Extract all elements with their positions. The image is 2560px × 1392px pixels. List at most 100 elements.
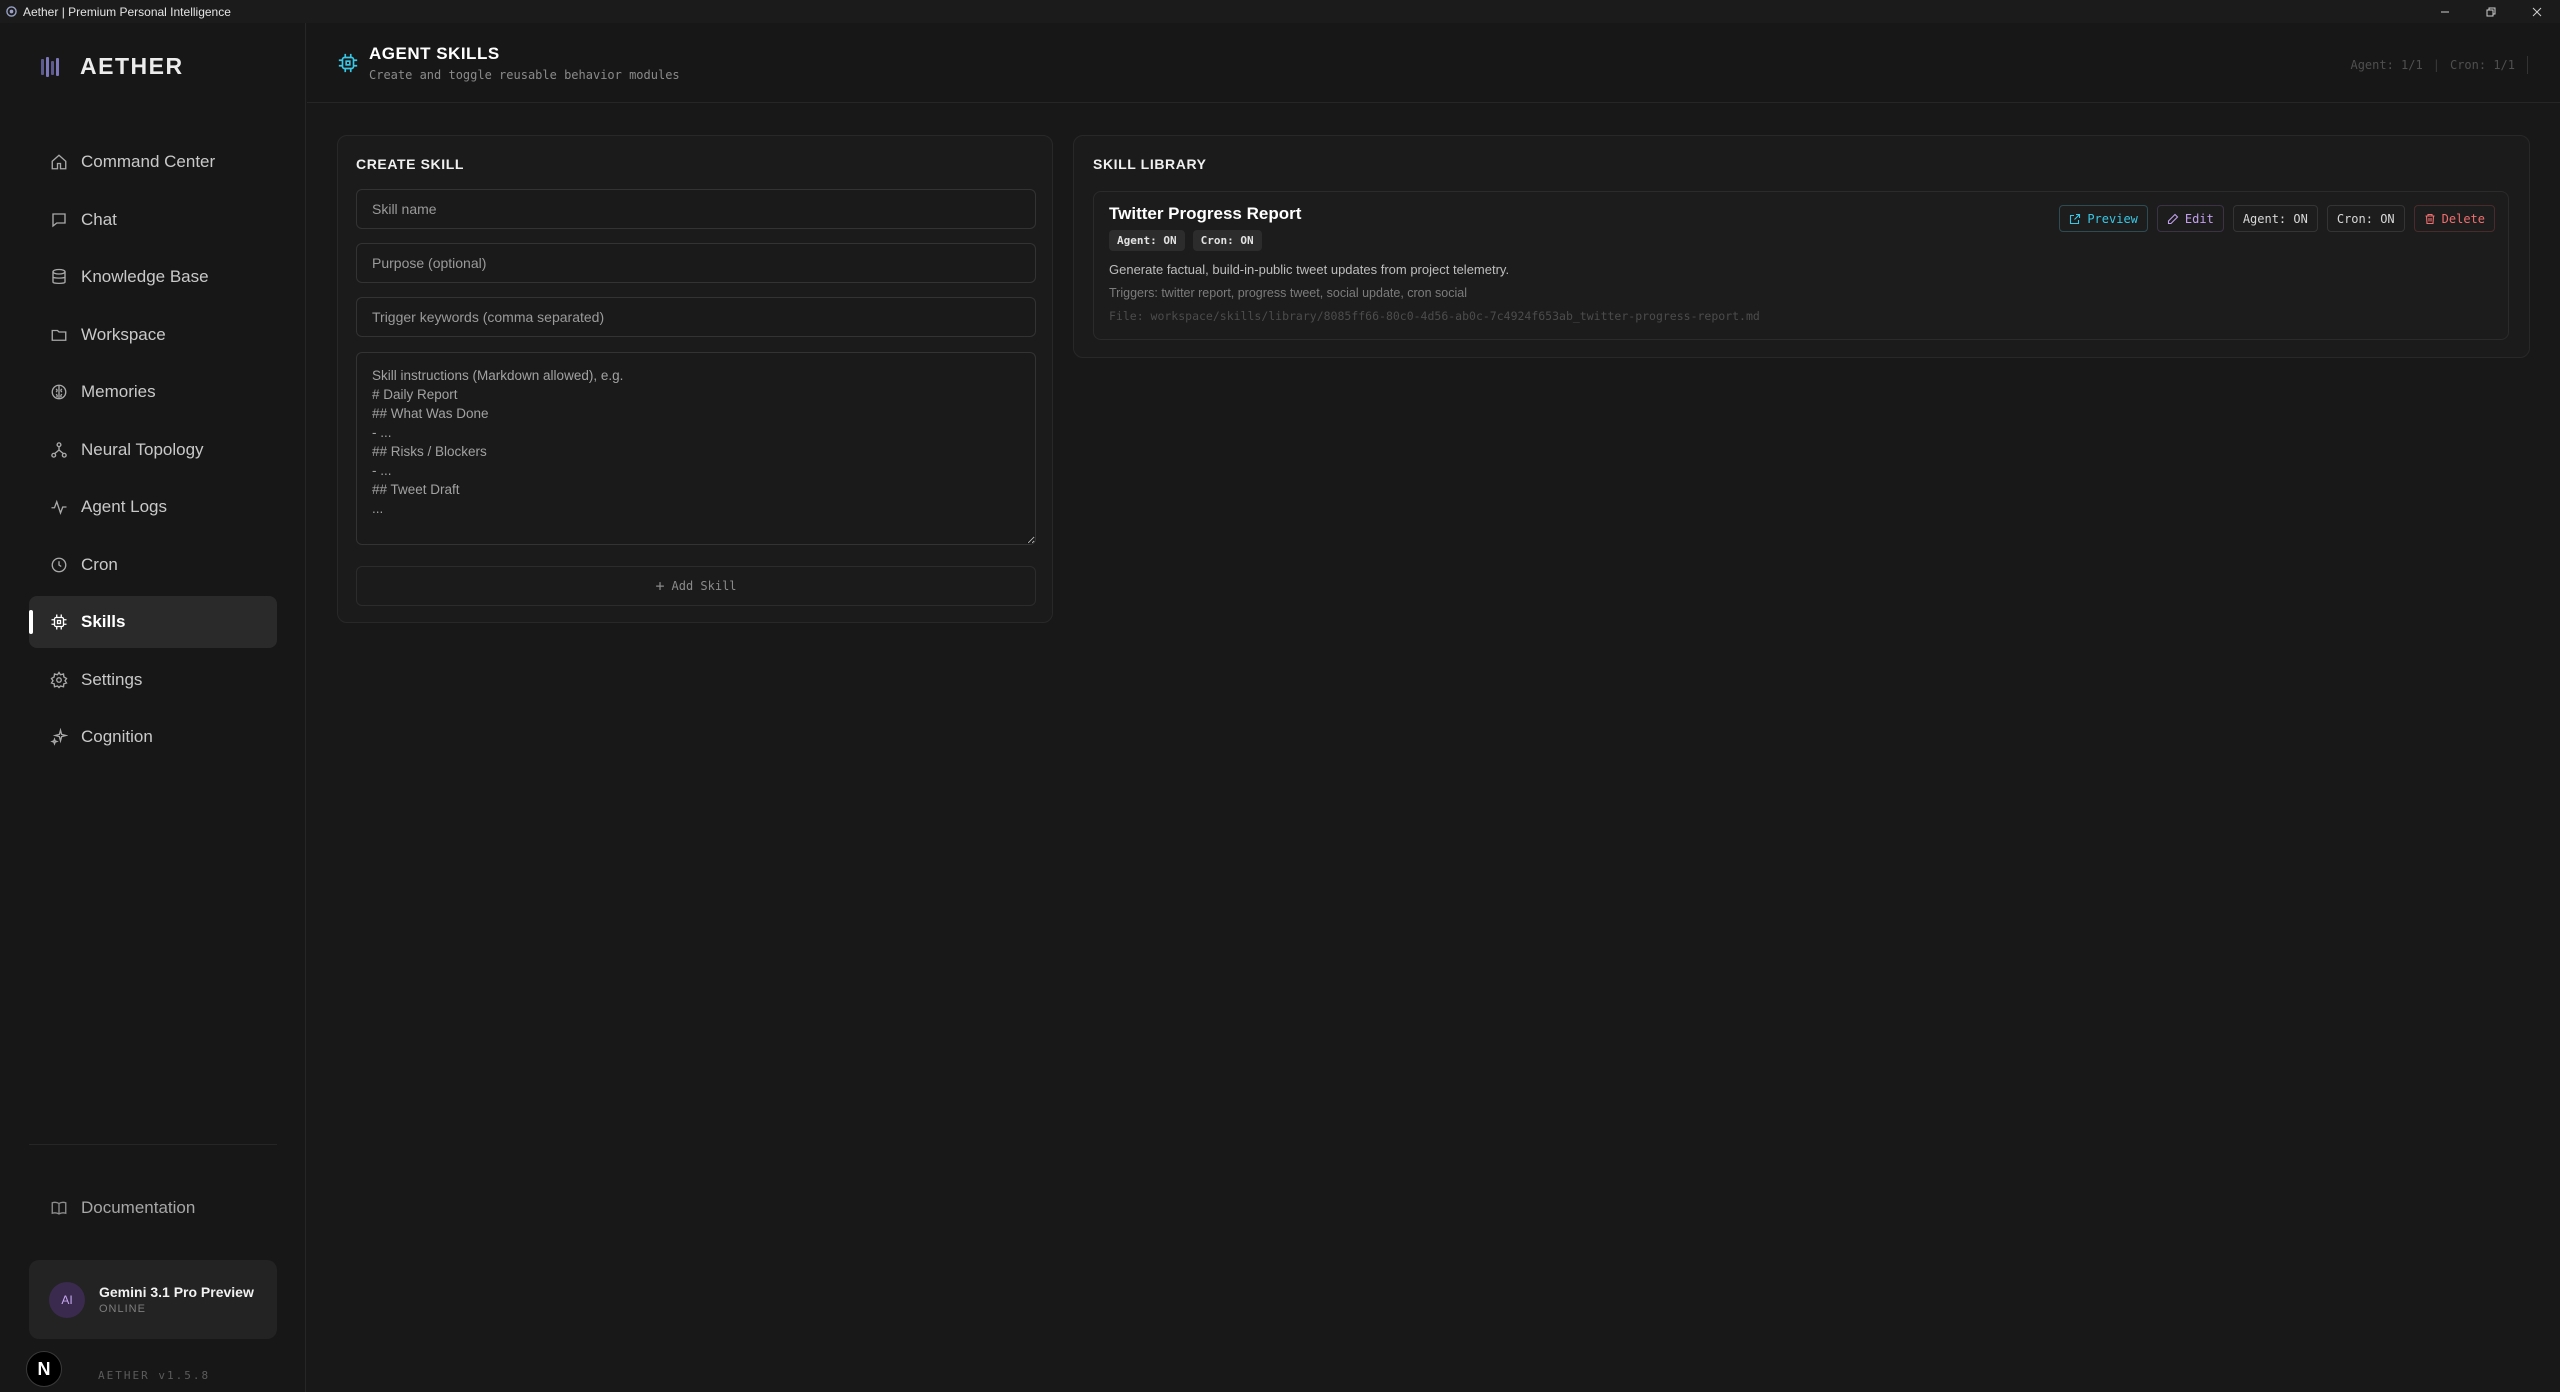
database-icon	[49, 267, 69, 287]
sidebar-divider	[29, 1144, 277, 1145]
skill-name: Twitter Progress Report	[1109, 204, 1302, 223]
sidebar-item-label: Workspace	[81, 324, 166, 344]
purpose-input[interactable]	[356, 243, 1036, 283]
sidebar-item-label: Memories	[81, 382, 156, 401]
edit-label: Edit	[2184, 211, 2214, 226]
sidebar-item-label: Command Center	[81, 152, 216, 171]
activity-icon	[49, 497, 69, 517]
skill-tags: Agent: ON Cron: ON	[1109, 230, 1262, 251]
sidebar-item-chat[interactable]: Chat	[29, 194, 277, 246]
plus-icon: +	[655, 577, 665, 595]
cpu-icon	[338, 53, 358, 73]
home-icon	[49, 152, 69, 172]
restore-icon	[2486, 7, 2496, 16]
skill-library-panel: SKILL LIBRARY Twitter Progress Report Ag…	[1073, 135, 2530, 358]
folder-icon	[49, 325, 69, 345]
agent-toggle-label: Agent: ON	[2242, 211, 2308, 226]
external-link-icon	[2070, 213, 2081, 224]
sidebar-item-label: Skills	[81, 612, 126, 631]
aether-logo-icon	[38, 54, 64, 80]
close-window-button[interactable]	[2514, 0, 2560, 23]
sidebar-item-label: Cron	[81, 554, 118, 574]
trash-icon	[2425, 213, 2435, 224]
documentation-link[interactable]: Documentation	[29, 1193, 195, 1223]
sidebar: AETHER Command Center Chat Knowledge Bas…	[0, 23, 306, 1392]
clock-icon	[49, 555, 69, 575]
model-status: ONLINE	[99, 1303, 146, 1315]
model-name: Gemini 3.1 Pro Preview	[99, 1284, 254, 1300]
window-titlebar: Aether | Premium Personal Intelligence	[0, 0, 2560, 23]
window-controls	[2422, 0, 2560, 23]
agent-toggle-button[interactable]: Agent: ON	[2232, 205, 2318, 232]
header-stats: Agent: 1/1 | Cron: 1/1	[2350, 56, 2528, 74]
skill-library-title: SKILL LIBRARY	[1093, 156, 1207, 172]
create-skill-panel: CREATE SKILL Skill instructions (Markdow…	[337, 135, 1053, 623]
app-icon	[5, 6, 17, 18]
skill-name-input[interactable]	[356, 189, 1036, 229]
skill-actions: Preview Edit Agent: ON Cron: ON Delete	[2059, 205, 2495, 232]
preview-label: Preview	[2087, 211, 2138, 226]
app-version: AETHER v1.5.8	[98, 1369, 211, 1382]
agent-count: Agent: 1/1	[2350, 58, 2423, 72]
trigger-keywords-input[interactable]	[356, 297, 1036, 337]
agent-status-badge: Agent: ON	[1109, 230, 1185, 251]
minimize-button[interactable]	[2422, 0, 2468, 23]
sidebar-item-label: Agent Logs	[81, 497, 168, 516]
sidebar-item-memories[interactable]: Memories	[29, 366, 277, 418]
chat-icon	[49, 210, 69, 230]
skill-instructions-textarea[interactable]: Skill instructions (Markdown allowed), e…	[356, 352, 1036, 545]
delete-label: Delete	[2441, 211, 2485, 226]
sidebar-item-cognition[interactable]: Cognition	[29, 711, 277, 763]
book-icon	[49, 1198, 69, 1218]
skill-file-path: File: workspace/skills/library/8085ff66-…	[1109, 309, 1760, 323]
cron-toggle-button[interactable]: Cron: ON	[2326, 205, 2405, 232]
sidebar-item-skills[interactable]: Skills	[29, 596, 277, 648]
sidebar-item-label: Chat	[81, 209, 117, 229]
page-title: AGENT SKILLS	[369, 44, 500, 63]
skill-description: Generate factual, build-in-public tweet …	[1109, 262, 1510, 277]
n-badge[interactable]: N	[26, 1351, 62, 1387]
documentation-label: Documentation	[81, 1198, 196, 1217]
brand-name: AETHER	[80, 53, 184, 79]
sidebar-nav: Command Center Chat Knowledge Base Works…	[29, 136, 277, 769]
pencil-icon	[2167, 213, 2179, 224]
cpu-icon	[49, 612, 69, 632]
sidebar-item-label: Knowledge Base	[81, 267, 209, 286]
sparkles-icon	[49, 727, 69, 747]
restore-button[interactable]	[2468, 0, 2514, 23]
sidebar-item-label: Settings	[81, 669, 143, 689]
minimize-icon	[2441, 11, 2449, 12]
sidebar-item-agent-logs[interactable]: Agent Logs	[29, 481, 277, 533]
sidebar-item-neural-topology[interactable]: Neural Topology	[29, 424, 277, 476]
add-skill-button[interactable]: + Add Skill	[356, 566, 1036, 606]
window-title: Aether | Premium Personal Intelligence	[23, 4, 231, 19]
brand[interactable]: AETHER	[38, 53, 184, 80]
skill-card: Twitter Progress Report Agent: ON Cron: …	[1093, 191, 2509, 340]
cron-count: Cron: 1/1	[2449, 58, 2515, 72]
page-subtitle: Create and toggle reusable behavior modu…	[369, 68, 680, 82]
cron-status-badge: Cron: ON	[1192, 230, 1262, 251]
close-icon	[2532, 7, 2542, 16]
network-icon	[49, 440, 69, 460]
brain-icon	[49, 382, 69, 402]
create-skill-title: CREATE SKILL	[356, 156, 465, 172]
stat-separator: |	[2432, 58, 2440, 72]
sidebar-item-settings[interactable]: Settings	[29, 654, 277, 706]
model-status-card[interactable]: AI Gemini 3.1 Pro Preview ONLINE	[29, 1260, 277, 1339]
sidebar-item-knowledge-base[interactable]: Knowledge Base	[29, 251, 277, 303]
avatar: AI	[49, 1281, 85, 1318]
skill-triggers: Triggers: twitter report, progress tweet…	[1109, 286, 1468, 300]
sidebar-item-label: Neural Topology	[81, 439, 204, 459]
sidebar-item-label: Cognition	[81, 727, 153, 746]
page-header: AGENT SKILLS Create and toggle reusable …	[307, 23, 2560, 103]
preview-button[interactable]: Preview	[2059, 205, 2148, 232]
sidebar-item-cron[interactable]: Cron	[29, 539, 277, 591]
sidebar-item-command-center[interactable]: Command Center	[29, 136, 277, 188]
sidebar-item-workspace[interactable]: Workspace	[29, 309, 277, 361]
header-divider	[2527, 56, 2528, 74]
add-skill-label: Add Skill	[671, 579, 737, 593]
gear-icon	[49, 670, 69, 690]
edit-button[interactable]: Edit	[2156, 205, 2224, 232]
delete-button[interactable]: Delete	[2413, 205, 2495, 232]
cron-toggle-label: Cron: ON	[2336, 211, 2395, 226]
